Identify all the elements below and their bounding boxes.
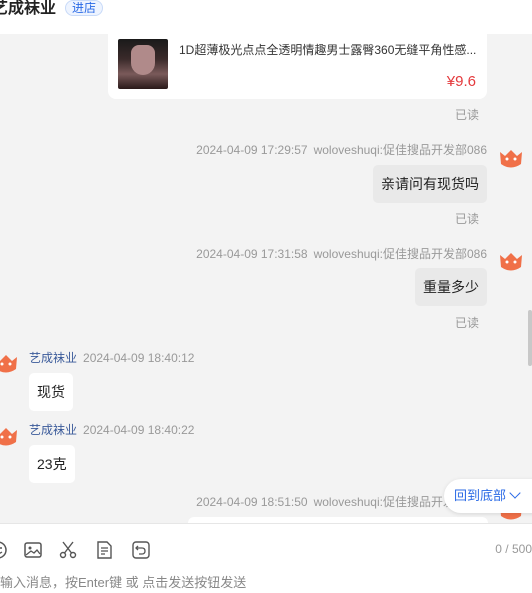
enter-shop-button[interactable]: 进店 [65,0,104,16]
user-avatar[interactable] [497,247,525,275]
character-counter: 0 / 500 [495,542,532,556]
message-bubble: 重量多少 [415,268,487,306]
product-card[interactable]: 1D超薄极光点点全透明情趣男士露臀360无缝平角性感... ¥9.6 [108,34,487,99]
message-bubble: 亲请问有现货吗 [373,165,487,203]
avatar-icon [500,150,522,168]
message-meta: 艺成袜业 2024-04-09 18:40:12 [29,349,194,366]
scrollbar-thumb[interactable] [528,310,532,366]
product-thumbnail[interactable] [118,39,168,89]
scissors-icon[interactable] [58,540,78,560]
sender-nick: woloveshuqi:促佳搜品开发部086 [313,143,487,157]
read-status: 已读 [454,316,479,330]
avatar-icon [500,253,522,271]
recall-icon[interactable] [131,540,151,560]
avatar-icon [0,428,17,446]
message-time: 2024-04-09 18:51:50 [196,495,308,509]
message-input[interactable]: 输入消息，按Enter键 或 点击发送按钮发送 [0,572,246,591]
product-price: ¥9.6 [446,73,476,90]
chat-header: 艺成袜业 进店 [0,0,532,34]
read-status: 已读 [454,108,479,122]
read-status: 已读 [454,212,479,226]
back-to-bottom-label: 回到底部 [454,488,507,503]
message-meta: 2024-04-09 17:29:57 woloveshuqi:促佳搜品开发部08… [196,141,487,158]
message-bubble: 23克 [29,445,75,483]
sender-nick: 艺成袜业 [29,423,78,437]
message-meta: 艺成袜业 2024-04-09 18:40:22 [29,421,194,438]
message-meta: 2024-04-09 17:31:58 woloveshuqi:促佳搜品开发部08… [196,245,487,262]
chevron-down-icon [509,487,521,499]
composer: 0 / 500 输入消息，按Enter键 或 点击发送按钮发送 [0,523,532,593]
image-icon[interactable] [23,540,43,560]
chat-message-list[interactable]: 1D超薄极光点点全透明情趣男士露臀360无缝平角性感... ¥9.6 已读 20… [0,34,532,523]
message-time: 2024-04-09 17:29:57 [196,143,308,157]
message-time: 2024-04-09 18:40:22 [83,423,195,437]
shop-avatar[interactable] [0,349,20,377]
user-avatar[interactable] [497,144,525,172]
shop-name: 艺成袜业 [0,0,57,17]
sender-nick: 艺成袜业 [29,351,78,365]
shop-avatar[interactable] [0,422,20,450]
back-to-bottom-button[interactable]: 回到底部 [444,479,532,513]
emoji-icon[interactable] [0,540,8,560]
message-time: 2024-04-09 18:40:12 [83,351,195,365]
message-bubble: 现货 [29,373,73,411]
product-title[interactable]: 1D超薄极光点点全透明情趣男士露臀360无缝平角性感... [179,41,479,58]
order-icon[interactable] [94,540,114,560]
sender-nick: woloveshuqi:促佳搜品开发部086 [313,247,487,261]
avatar-icon [0,355,17,373]
message-time: 2024-04-09 17:31:58 [196,247,308,261]
